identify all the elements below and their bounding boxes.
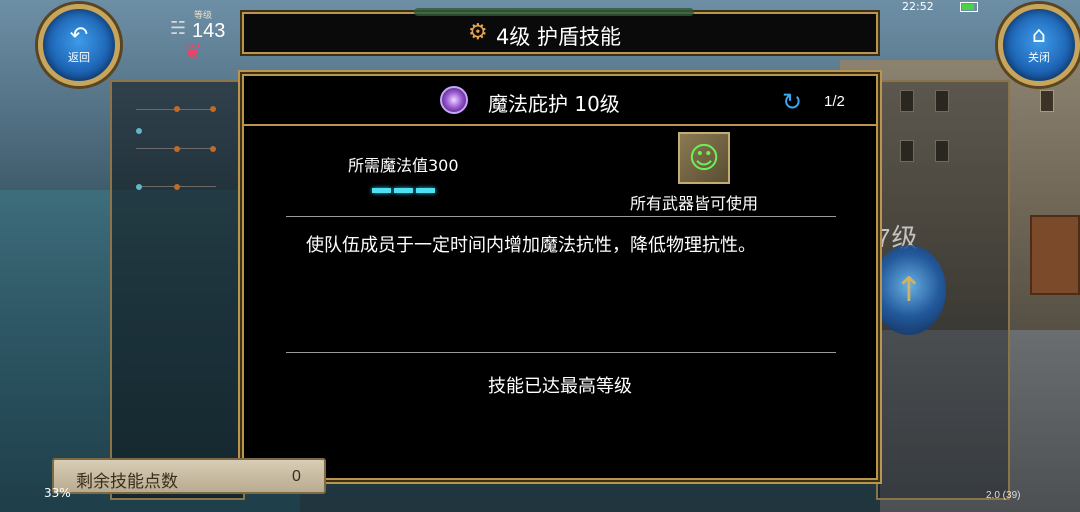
skill-detail-dialog: 魔法庇护 10级 ↻ 1/2 所需魔法值300 ☺ 所有武器皆可使用 使队伍成员… (242, 74, 878, 480)
clock-text: 22:52 (902, 0, 934, 13)
tree-node (136, 184, 142, 190)
player-level: ☵ 等级 143 (170, 8, 240, 44)
all-weapons-icon: ☺ (678, 132, 730, 184)
divider (286, 352, 836, 353)
tree-node (210, 106, 216, 112)
battery-icon (960, 2, 978, 12)
refresh-icon[interactable]: ↻ (782, 88, 802, 116)
skill-points-label: 剩余技能点数 (76, 472, 178, 492)
skill-description: 使队伍成员于一定时间内增加魔法抗性，降低物理抗性。 (306, 235, 756, 256)
tree-node (174, 184, 180, 190)
window-title: 4级 护盾技能 (496, 25, 622, 49)
mana-cost-bars (372, 178, 438, 197)
background-emblem-icon: ↑ (872, 245, 946, 335)
tree-node (210, 146, 216, 152)
background-skill-tree-panel (110, 80, 245, 500)
back-button[interactable]: ↶ 返回 (38, 4, 120, 86)
level-icon: ☵ (170, 18, 187, 39)
skill-name: 魔法庇护 10级 (488, 92, 620, 116)
window-title-bar: ⚙ 4级 护盾技能 (242, 8, 878, 54)
top-bar: ↶ 返回 ☵ 等级 143 ❦ 0 ⚙ 4级 护盾技能 22:52 ⌂ 关闭 (0, 0, 1080, 86)
back-arrow-icon: ↶ (69, 23, 89, 48)
magic-shield-icon (440, 86, 468, 114)
skill-header: 魔法庇护 10级 ↻ 1/2 (244, 76, 876, 126)
divider (286, 216, 836, 217)
mana-bar-segment (394, 188, 413, 193)
back-button-label: 返回 (68, 51, 90, 64)
title-progress-bar (414, 8, 694, 16)
weapon-requirement: 所有武器皆可使用 (630, 194, 759, 213)
max-level-text: 技能已达最高等级 (488, 376, 632, 397)
home-icon: ⌂ (1032, 23, 1046, 48)
crate (1030, 215, 1080, 295)
gear-icon: ⚙ (468, 20, 488, 45)
mana-bar-segment (372, 188, 391, 193)
mana-bar-segment (416, 188, 435, 193)
page-indicator: 1/2 (824, 93, 845, 110)
mana-requirement: 所需魔法值300 (348, 156, 459, 175)
tree-node (174, 146, 180, 152)
gift-icon[interactable]: ❦ (178, 40, 208, 68)
status-bar: 22:52 (882, 0, 992, 14)
tree-node (136, 128, 142, 134)
building-window (1040, 90, 1054, 112)
remaining-skill-points: 剩余技能点数 0 (52, 458, 326, 494)
bottom-left-percent: 33% (44, 486, 71, 500)
close-button[interactable]: ⌂ 关闭 (998, 4, 1080, 86)
close-button-label: 关闭 (1028, 51, 1050, 64)
skill-points-value: 0 (292, 468, 301, 485)
bottom-right-text: 2.0 (39) (986, 490, 1021, 501)
tree-node (174, 106, 180, 112)
